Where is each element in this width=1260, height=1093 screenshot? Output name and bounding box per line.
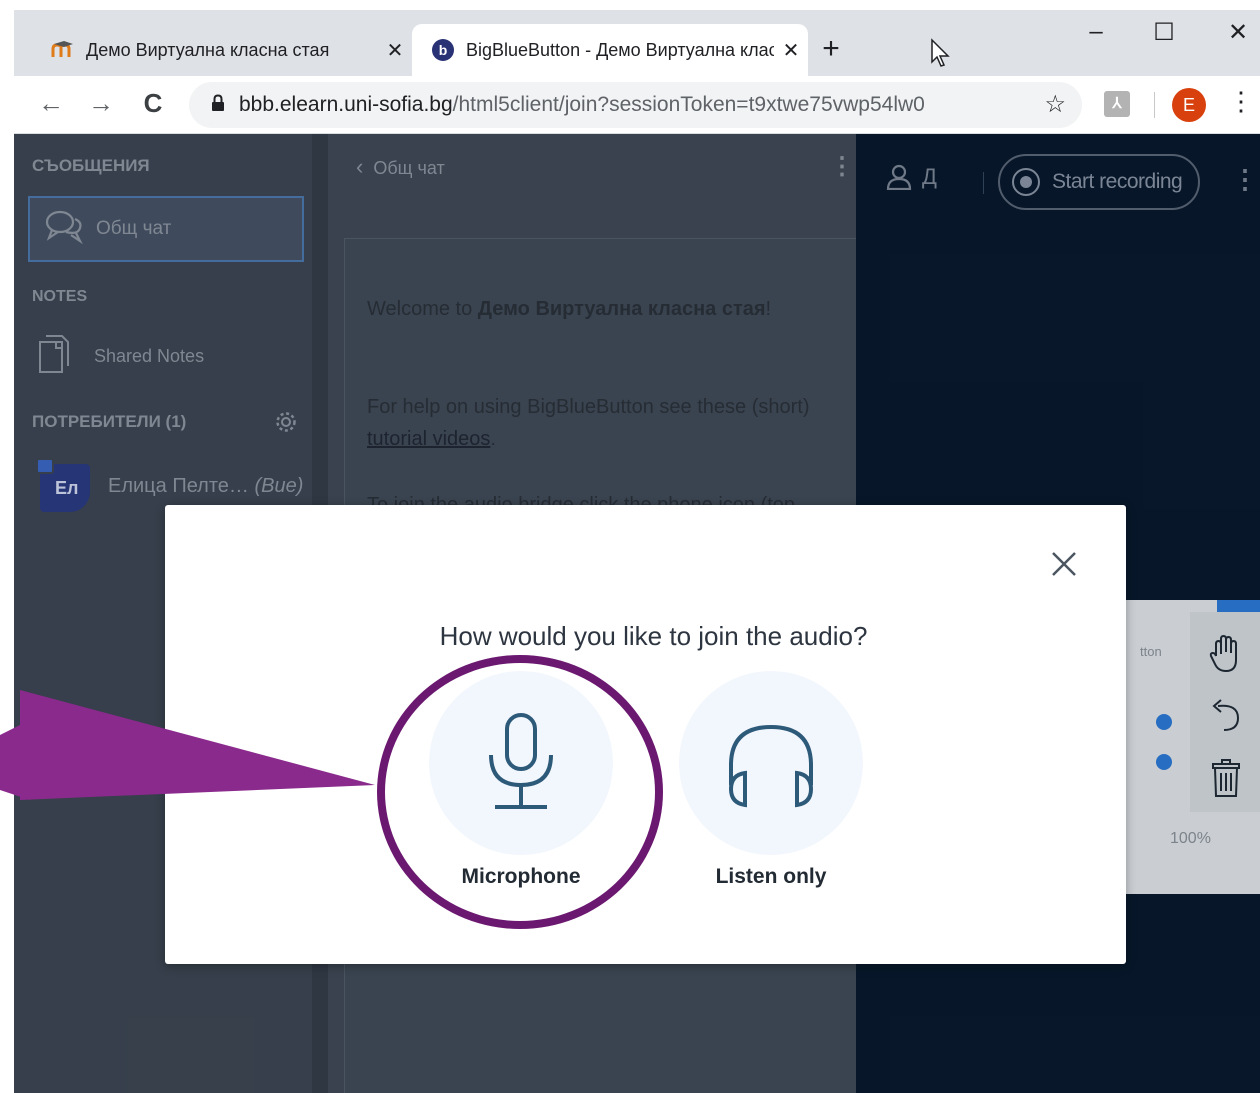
callout-circle: [377, 655, 663, 929]
callout-arrow: [0, 690, 375, 800]
screenshot-root: Демо Виртуална класна стая ✕ b BigBlueBu…: [0, 0, 1260, 1093]
